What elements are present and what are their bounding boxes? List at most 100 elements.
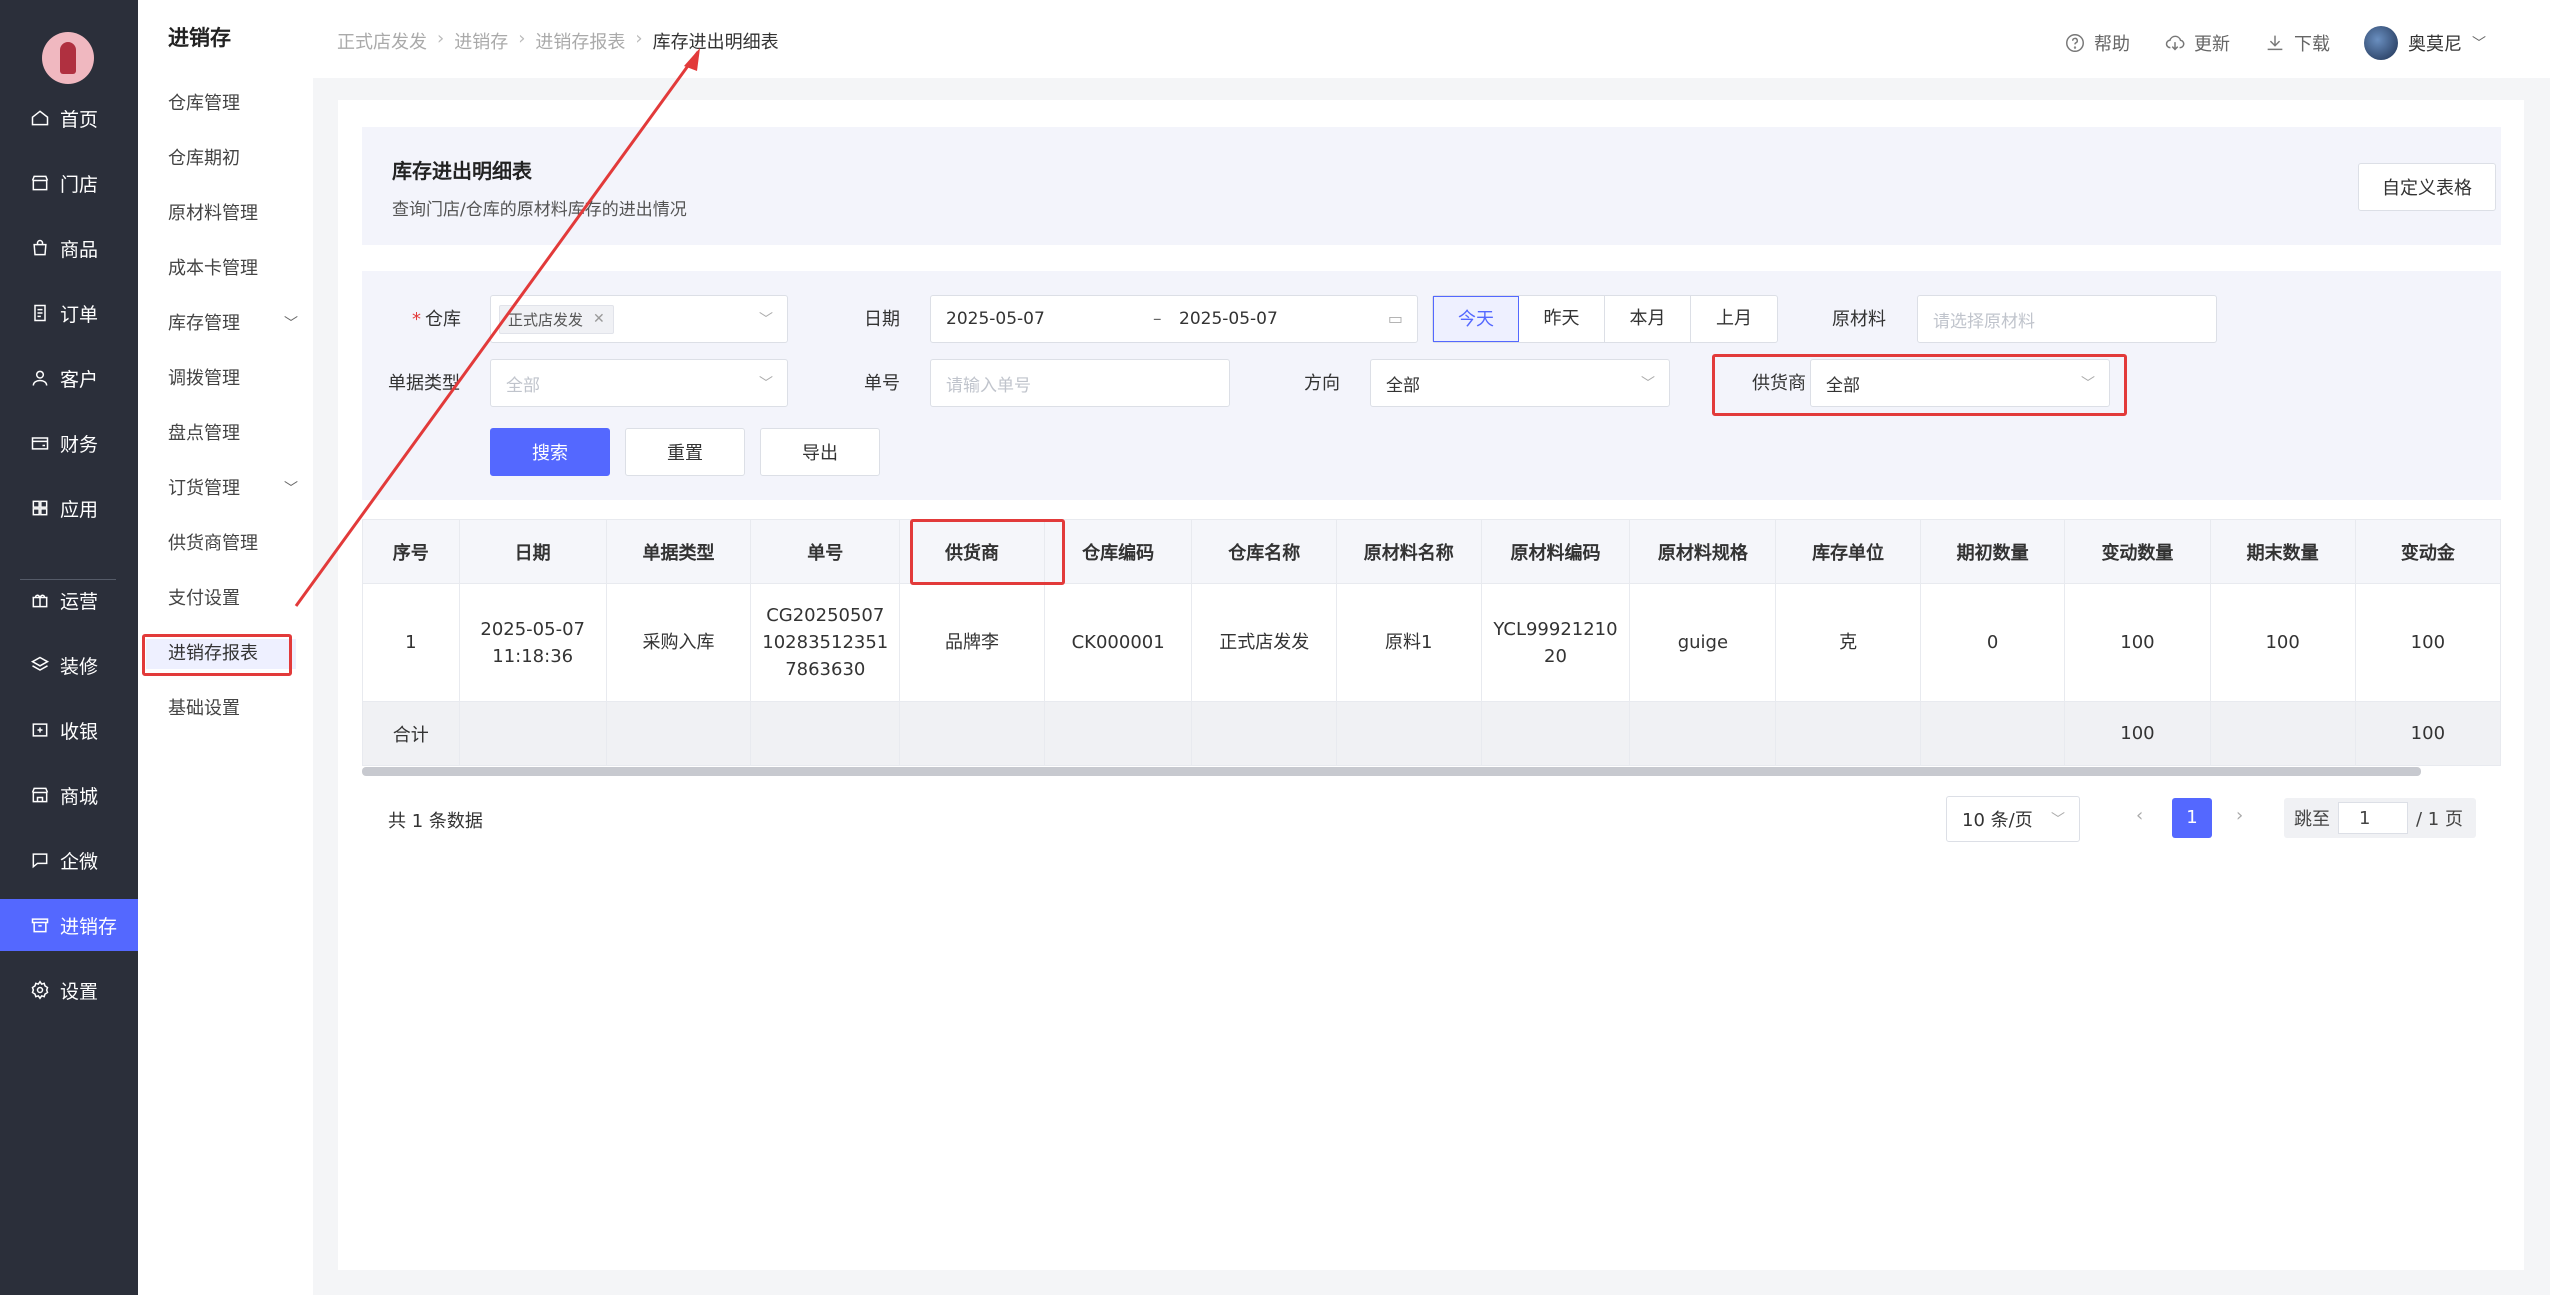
direction-select[interactable]: 全部 ﹀: [1370, 359, 1670, 407]
jump-page-input[interactable]: 1: [2338, 802, 2408, 834]
help-button[interactable]: 帮助: [2064, 30, 2130, 56]
nav-item-mall[interactable]: 商城: [0, 769, 138, 821]
nav-item-settings[interactable]: 设置: [0, 964, 138, 1016]
date-range-picker[interactable]: 2025-05-07 – 2025-05-07 ▭: [930, 295, 1418, 343]
chevron-down-icon: ﹀: [759, 376, 773, 392]
nav-item-inventory[interactable]: 进销存: [0, 899, 138, 951]
brand-logo[interactable]: [42, 32, 94, 84]
nav-item-chat[interactable]: 企微: [0, 834, 138, 886]
summary-cell: 合计: [362, 701, 460, 766]
total-count: 共 1 条数据: [388, 811, 483, 832]
table-cell: CK000001: [1043, 583, 1193, 702]
subnav-item[interactable]: 原材料管理: [168, 199, 298, 229]
nav-item-wallet[interactable]: 财务: [0, 417, 138, 469]
table-header-cell: 期末数量: [2209, 519, 2356, 584]
date-end[interactable]: 2025-05-07: [1179, 309, 1278, 329]
summary-cell: [1775, 701, 1921, 766]
breadcrumb-item[interactable]: 正式店发发: [337, 28, 427, 54]
warehouse-select[interactable]: 正式店发发 ✕ ﹀: [490, 295, 788, 343]
doc-no-input[interactable]: 请输入单号: [930, 359, 1230, 407]
direction-label: 方向: [1304, 373, 1340, 394]
subnav-item[interactable]: 支付设置: [168, 584, 298, 614]
subnav-item[interactable]: 基础设置: [168, 694, 298, 724]
cloud-download-icon: [2165, 35, 2185, 51]
update-button[interactable]: 更新: [2164, 30, 2230, 56]
doc-type-label: 单据类型: [388, 373, 460, 394]
warehouse-label: * 仓库: [412, 309, 461, 330]
table-header-cell: 库存单位: [1775, 519, 1921, 584]
subnav-item[interactable]: 成本卡管理: [168, 254, 298, 284]
breadcrumb-current: 库存进出明细表: [652, 32, 779, 53]
table-header-cell: 日期: [458, 519, 607, 584]
nav-item-cashier[interactable]: 收银: [0, 704, 138, 756]
user-menu[interactable]: 奥莫尼 ﹀: [2364, 26, 2486, 60]
page-size-select[interactable]: 10 条/页 ﹀: [1946, 796, 2080, 842]
apps-icon: [32, 500, 48, 516]
download-icon: [2267, 35, 2283, 51]
subnav-item[interactable]: 仓库管理: [168, 89, 298, 119]
summary-cell: 100: [2354, 701, 2501, 766]
subnav-item[interactable]: 仓库期初: [168, 144, 298, 174]
nav-item-layers[interactable]: 装修: [0, 639, 138, 691]
quick-date-today[interactable]: 今天: [1433, 296, 1519, 342]
primary-sidebar: 首页门店商品订单客户财务应用运营装修收银商城企微进销存设置: [0, 0, 138, 1295]
download-button[interactable]: 下载: [2264, 30, 2330, 56]
table-cell: 正式店发发: [1191, 583, 1337, 702]
table-row[interactable]: 1 2025-05-07 11:18:36 采购入库 CG20250507 10283…: [362, 583, 2501, 702]
table-cell: 2025-05-07 11:18:36: [458, 583, 607, 702]
reset-button[interactable]: 重置: [625, 428, 745, 476]
chevron-down-icon: ﹀: [2472, 36, 2486, 52]
quick-date-this-month[interactable]: 本月: [1605, 296, 1691, 342]
highlight-supplier-filter: [1712, 354, 2127, 416]
table-cell: 100: [2064, 583, 2211, 702]
date-start[interactable]: 2025-05-07: [946, 309, 1045, 329]
customize-table-button[interactable]: 自定义表格: [2358, 163, 2496, 211]
close-icon[interactable]: ✕: [593, 311, 605, 327]
search-button[interactable]: 搜索: [490, 428, 610, 476]
table-header-cell: 单据类型: [605, 519, 752, 584]
subnav-item[interactable]: 盘点管理: [168, 419, 298, 449]
nav-divider: [20, 579, 116, 580]
nav-item-user[interactable]: 客户: [0, 352, 138, 404]
table-header-cell: 期初数量: [1919, 519, 2066, 584]
doc-type-select[interactable]: 全部 ﹀: [490, 359, 788, 407]
subnav-item[interactable]: 库存管理 ﹀: [168, 309, 298, 339]
table-header-cell: 原材料编码: [1480, 519, 1631, 584]
avatar: [2364, 26, 2398, 60]
filter-panel: * 仓库 正式店发发 ✕ ﹀ 日期 2025-05-07 – 2025-05-07 …: [362, 271, 2501, 500]
quick-date-last-month[interactable]: 上月: [1691, 296, 1777, 342]
next-page-button[interactable]: ›: [2236, 805, 2243, 826]
summary-cell: [1629, 701, 1777, 766]
table-cell: 原料1: [1335, 583, 1482, 702]
nav-item-store[interactable]: 门店: [0, 157, 138, 209]
nav-item-apps[interactable]: 应用: [0, 482, 138, 534]
export-button[interactable]: 导出: [760, 428, 880, 476]
nav-item-bag[interactable]: 商品: [0, 222, 138, 274]
table-header-cell: 变动数量: [2064, 519, 2211, 584]
subnav-item[interactable]: 调拨管理: [168, 364, 298, 394]
table-horizontal-scrollbar[interactable]: [362, 767, 2421, 776]
quick-date-group: 今天 昨天 本月 上月: [1432, 295, 1778, 343]
inventory-icon: [31, 918, 49, 933]
table-header-cell: 单号: [750, 519, 901, 584]
chevron-down-icon: ﹀: [1641, 376, 1655, 392]
table-header-cell: 序号: [362, 519, 460, 584]
subnav-item[interactable]: 供货商管理: [168, 529, 298, 559]
prev-page-button[interactable]: ‹: [2136, 805, 2143, 826]
nav-item-order[interactable]: 订单: [0, 287, 138, 339]
page-current[interactable]: 1: [2172, 798, 2212, 838]
breadcrumb-item[interactable]: 进销存报表: [535, 28, 625, 54]
table-header-cell: 仓库编码: [1043, 519, 1193, 584]
table-header-cell: 原材料名称: [1335, 519, 1482, 584]
bag-icon: [33, 239, 47, 256]
material-select[interactable]: 请选择原材料: [1917, 295, 2217, 343]
mall-icon: [31, 787, 49, 803]
date-label: 日期: [864, 309, 900, 330]
nav-item-home[interactable]: 首页: [0, 92, 138, 144]
table-cell: 100: [2354, 583, 2501, 702]
quick-date-yesterday[interactable]: 昨天: [1519, 296, 1605, 342]
subnav-item[interactable]: 订货管理 ﹀: [168, 474, 298, 504]
nav-item-gift[interactable]: 运营: [0, 574, 138, 626]
store-icon: [31, 175, 49, 191]
breadcrumb-item[interactable]: 进销存: [454, 28, 508, 54]
